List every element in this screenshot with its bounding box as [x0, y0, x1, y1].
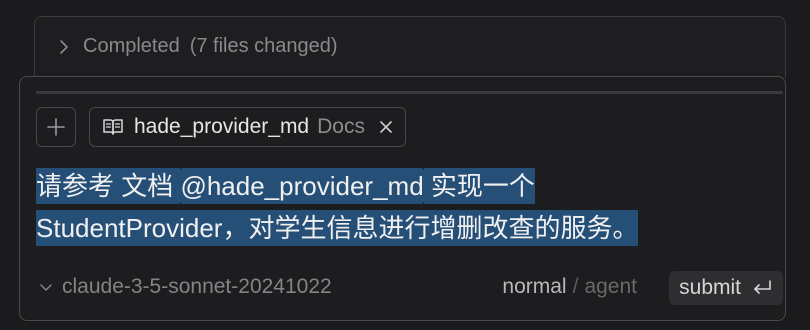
submit-label: submit: [679, 276, 741, 299]
prompt-mention[interactable]: @hade_provider_md: [180, 168, 424, 204]
composer-divider: [36, 91, 783, 94]
completed-row[interactable]: Completed (7 files changed): [55, 35, 338, 58]
close-icon[interactable]: [379, 120, 393, 134]
completed-label: Completed: [83, 35, 180, 57]
completed-detail: (7 files changed): [189, 35, 338, 57]
chip-name: hade_provider_md: [134, 115, 310, 138]
mode-agent[interactable]: agent: [584, 275, 637, 299]
chip-type: Docs: [317, 115, 365, 138]
prompt-text-suffix: 实现一个: [423, 168, 535, 204]
submit-button[interactable]: submit: [669, 271, 783, 305]
mode-toggle[interactable]: normal / agent: [502, 275, 637, 299]
mode-separator: /: [572, 275, 579, 298]
completed-summary[interactable]: Completed (7 files changed): [34, 16, 786, 78]
mode-normal[interactable]: normal: [502, 275, 566, 299]
chat-panel: Completed (7 files changed) hade_provide…: [0, 0, 810, 330]
return-icon: [754, 280, 771, 294]
chevron-right-icon: [60, 39, 68, 54]
book-icon: [103, 119, 123, 135]
prompt-input[interactable]: 请参考 文档 @hade_provider_md 实现一个 StudentPro…: [36, 165, 776, 249]
plus-icon: [47, 118, 65, 136]
context-chip[interactable]: hade_provider_md Docs: [89, 107, 406, 147]
prompt-text-line2: StudentProvider，对学生信息进行增删改查的服务。: [36, 210, 639, 246]
composer: hade_provider_md Docs 请参考 文档 @hade_provi…: [19, 76, 786, 321]
composer-footer: claude-3-5-sonnet-20241022 normal / agen…: [38, 271, 785, 307]
prompt-text-prefix: 请参考 文档: [36, 168, 181, 204]
add-context-button[interactable]: [36, 107, 76, 147]
model-select[interactable]: claude-3-5-sonnet-20241022: [38, 275, 332, 299]
chevron-down-icon: [40, 284, 52, 291]
model-name: claude-3-5-sonnet-20241022: [62, 275, 332, 298]
